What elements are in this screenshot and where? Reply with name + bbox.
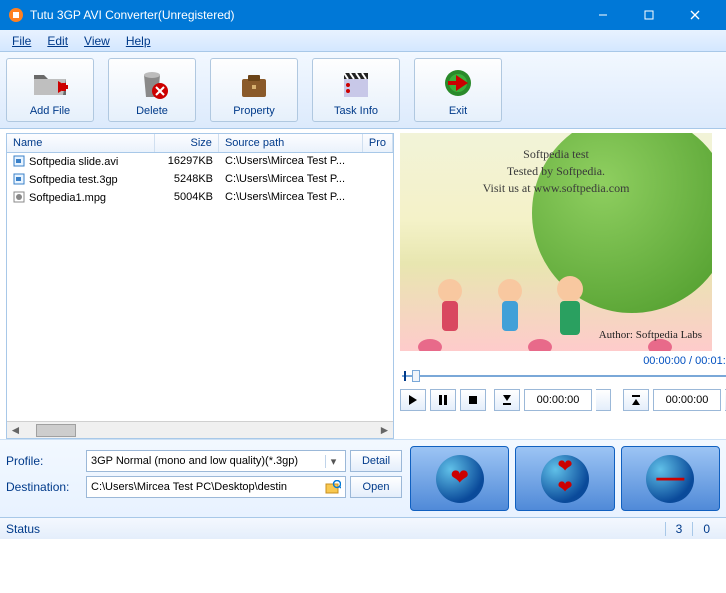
detail-button[interactable]: Detail — [350, 450, 402, 472]
status-count-b: 0 — [692, 522, 720, 536]
profile-dropdown[interactable]: 3GP Normal (mono and low quality)(*.3gp)… — [86, 450, 346, 472]
scroll-thumb[interactable] — [36, 424, 76, 437]
trim-end-field[interactable]: 00:00:00 — [653, 389, 721, 411]
exit-button[interactable]: Exit — [414, 58, 502, 122]
list-body[interactable]: Softpedia slide.avi 16297KB C:\Users\Mir… — [7, 153, 393, 421]
preview-frame: Softpedia test Tested by Softpedia. Visi… — [400, 133, 712, 351]
close-button[interactable] — [672, 0, 718, 30]
seek-slider[interactable] — [402, 369, 726, 383]
menu-view[interactable]: View — [76, 32, 118, 50]
playback-time: 00:00:00 / 00:01:01 — [400, 355, 726, 367]
scroll-left-icon[interactable]: ◄ — [7, 422, 24, 439]
maximize-button[interactable] — [626, 0, 672, 30]
briefcase-icon — [211, 63, 297, 103]
file-size: 16297KB — [155, 153, 219, 171]
play-button[interactable] — [400, 389, 426, 411]
open-button[interactable]: Open — [350, 476, 402, 498]
seek-thumb[interactable] — [412, 370, 420, 382]
preview-pane: Softpedia test Tested by Softpedia. Visi… — [400, 133, 726, 439]
destination-field[interactable]: C:\Users\Mircea Test PC\Desktop\destin — [86, 476, 346, 498]
destination-label: Destination: — [6, 480, 86, 494]
profile-value: 3GP Normal (mono and low quality)(*.3gp) — [91, 455, 325, 467]
pause-button[interactable] — [430, 389, 456, 411]
file-source: C:\Users\Mircea Test P... — [219, 153, 363, 171]
titlebar: Tutu 3GP AVI Converter(Unregistered) — [0, 0, 726, 30]
trash-icon — [109, 63, 195, 103]
clapperboard-icon — [313, 63, 399, 103]
statusbar: Status 3 0 — [0, 517, 726, 539]
file-source: C:\Users\Mircea Test P... — [219, 171, 363, 189]
video-file-icon — [13, 155, 27, 169]
scroll-right-icon[interactable]: ► — [376, 422, 393, 439]
set-end-button[interactable] — [623, 389, 649, 411]
task-info-label: Task Info — [313, 105, 399, 117]
property-label: Property — [211, 105, 297, 117]
stop-convert-button[interactable]: — — [621, 446, 720, 511]
preview-line-1: Softpedia test — [400, 147, 712, 162]
menu-help[interactable]: Help — [118, 32, 159, 50]
col-source[interactable]: Source path — [219, 134, 363, 152]
task-info-button[interactable]: Task Info — [312, 58, 400, 122]
property-button[interactable]: Property — [210, 58, 298, 122]
file-size: 5248KB — [155, 171, 219, 189]
delete-label: Delete — [109, 105, 195, 117]
stop-button[interactable] — [460, 389, 486, 411]
trim-start-spinner[interactable] — [596, 389, 611, 411]
preview-author: Author: Softpedia Labs — [599, 329, 702, 341]
file-name: Softpedia test.3gp — [29, 174, 118, 186]
col-pro[interactable]: Pro — [363, 134, 393, 152]
heart-down-icon: ❤ — [450, 464, 468, 490]
file-source: C:\Users\Mircea Test P... — [219, 189, 363, 207]
video-file-icon — [13, 191, 27, 205]
exit-label: Exit — [415, 105, 501, 117]
add-file-button[interactable]: Add File — [6, 58, 94, 122]
window-title: Tutu 3GP AVI Converter(Unregistered) — [30, 8, 580, 22]
preview-line-3: Visit us at www.softpedia.com — [400, 181, 712, 196]
status-count-a: 3 — [665, 522, 693, 536]
destination-value: C:\Users\Mircea Test PC\Desktop\destin — [91, 481, 325, 493]
profile-label: Profile: — [6, 454, 86, 468]
file-size: 5004KB — [155, 189, 219, 207]
horizontal-scrollbar[interactable]: ◄ ► — [7, 421, 393, 438]
add-file-label: Add File — [7, 105, 93, 117]
list-header: Name Size Source path Pro — [7, 134, 393, 153]
col-name[interactable]: Name — [7, 134, 155, 152]
app-icon — [8, 7, 24, 23]
settings-panel: Profile: 3GP Normal (mono and low qualit… — [6, 446, 402, 511]
file-list: Name Size Source path Pro Softpedia slid… — [6, 133, 394, 439]
file-name: Softpedia slide.avi — [29, 156, 118, 168]
delete-button[interactable]: Delete — [108, 58, 196, 122]
preview-image: Softpedia test Tested by Softpedia. Visi… — [400, 133, 712, 351]
minimize-button[interactable] — [580, 0, 626, 30]
col-size[interactable]: Size — [155, 134, 219, 152]
menu-edit[interactable]: Edit — [39, 32, 76, 50]
file-row[interactable]: Softpedia test.3gp 5248KB C:\Users\Mirce… — [7, 171, 393, 189]
chevron-down-icon[interactable]: ▾ — [325, 455, 341, 468]
menu-file[interactable]: File — [4, 32, 39, 50]
file-name: Softpedia1.mpg — [29, 192, 106, 204]
convert-all-button[interactable]: ❤❤ — [515, 446, 614, 511]
file-row[interactable]: Softpedia1.mpg 5004KB C:\Users\Mircea Te… — [7, 189, 393, 207]
minus-icon: — — [656, 461, 684, 493]
set-start-button[interactable] — [494, 389, 520, 411]
menubar: File Edit View Help — [0, 30, 726, 52]
double-heart-down-icon: ❤❤ — [557, 455, 572, 497]
file-row[interactable]: Softpedia slide.avi 16297KB C:\Users\Mir… — [7, 153, 393, 171]
folder-plus-icon — [7, 63, 93, 103]
toolbar: Add File Delete Property Task Info Exit — [0, 52, 726, 129]
status-label: Status — [6, 522, 40, 536]
preview-line-2: Tested by Softpedia. — [400, 164, 712, 179]
trim-start-field[interactable]: 00:00:00 — [524, 389, 592, 411]
convert-button[interactable]: ❤ — [410, 446, 509, 511]
exit-icon — [415, 63, 501, 103]
browse-icon[interactable] — [325, 480, 341, 494]
video-file-icon — [13, 173, 27, 187]
